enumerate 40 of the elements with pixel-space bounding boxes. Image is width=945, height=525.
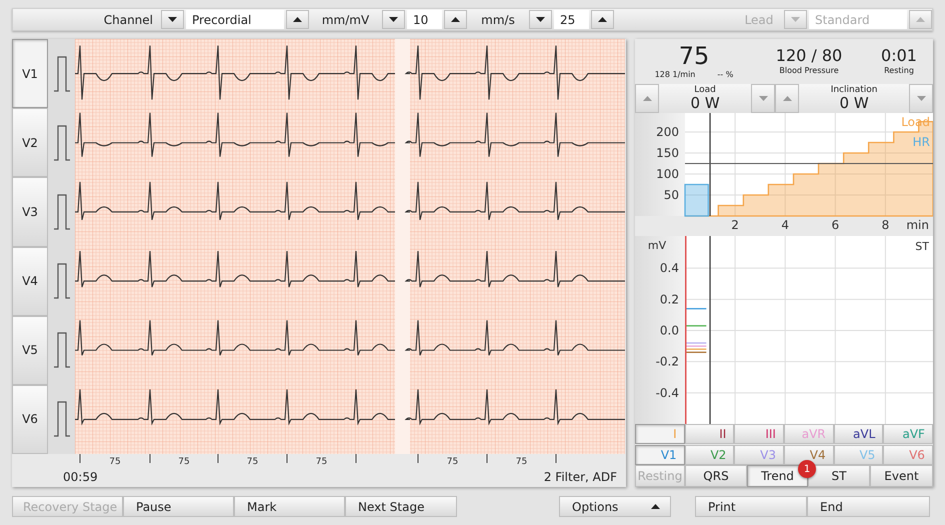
- legend-label: HR: [912, 135, 930, 149]
- axis-tick-label: 0.2: [660, 292, 679, 306]
- axis-title: min: [906, 218, 929, 232]
- adjuster-value: 0 W: [840, 96, 869, 111]
- axis-tick-label: 4: [781, 218, 790, 232]
- spinner-label: Channel: [102, 12, 154, 28]
- axis-tick-label: 200: [656, 125, 679, 140]
- phase-label: Resting: [884, 67, 914, 75]
- adjuster-label: Inclination: [830, 86, 878, 95]
- axis-tick-label: 2: [731, 218, 739, 232]
- axis-tick-label: 6: [831, 218, 840, 232]
- heart-rate-value: 75: [678, 44, 710, 68]
- heart-rate-label: 75: [109, 457, 121, 467]
- heart-rate-label: 75: [178, 457, 190, 467]
- blood-pressure-value: 120 / 80: [776, 48, 842, 64]
- adjuster-label: Load: [694, 86, 716, 95]
- chart-title: ST: [915, 240, 929, 253]
- axis-title: mV: [648, 239, 666, 252]
- spinner-label: mm/mV: [320, 12, 370, 28]
- axis-tick-label: 0.0: [660, 324, 679, 338]
- axis-tick-label: 150: [656, 146, 679, 160]
- spinner-label: mm/s: [480, 12, 516, 28]
- axis-tick-label: 100: [656, 167, 679, 182]
- heart-rate-label: 75: [516, 457, 528, 467]
- heart-rate-label: 75: [446, 457, 458, 467]
- filter-label: 2 Filter, ADF: [544, 469, 617, 486]
- axis-tick-label: 50: [664, 188, 679, 202]
- axis-tick-label: 0.4: [660, 261, 679, 276]
- blood-pressure-label: Blood Pressure: [779, 67, 839, 75]
- spinner-label: Lead: [744, 12, 774, 28]
- axis-tick-label: 8: [882, 218, 890, 232]
- adjuster-value: 0 W: [690, 96, 720, 111]
- heart-rate-label: 75: [246, 457, 258, 467]
- axis-tick-label: -0.4: [656, 386, 679, 400]
- elapsed-time: 00:59: [63, 469, 98, 486]
- percent-value: -- %: [717, 71, 734, 79]
- heart-rate-detail: 128 1/min: [654, 71, 696, 79]
- time-value: 0:01: [881, 48, 917, 64]
- heart-rate-label: 75: [316, 457, 328, 467]
- axis-tick-label: -0.2: [656, 354, 679, 369]
